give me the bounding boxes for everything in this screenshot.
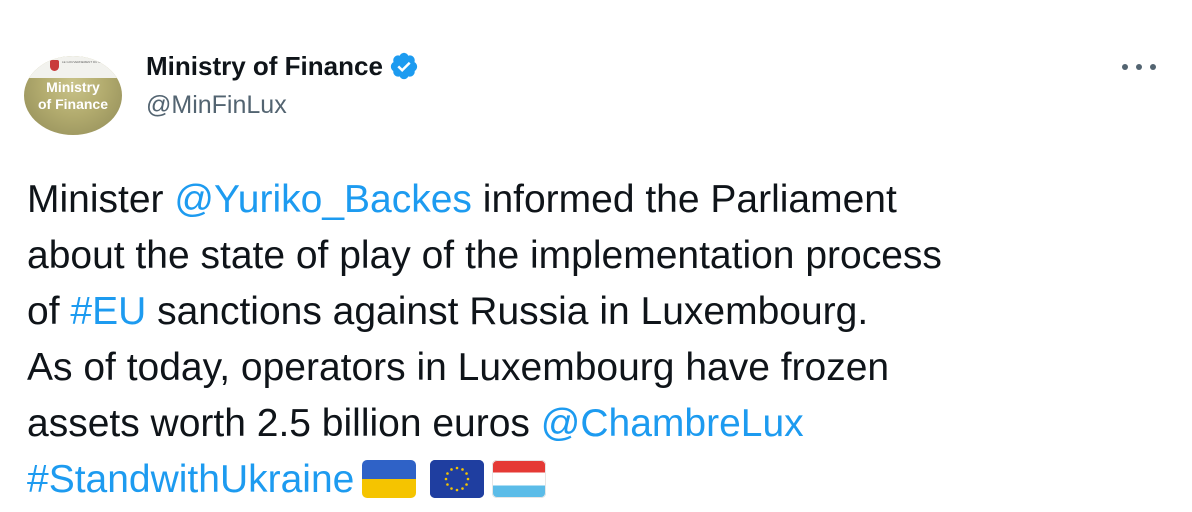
tweet-text-segment: of: [27, 290, 71, 333]
tweet-card: LE GOUVERNEMENT DU GRAND-DUCHÉ DE LUXEMB…: [0, 0, 1192, 512]
more-horizontal-icon-dot: [1122, 64, 1128, 70]
eu-star: [456, 466, 459, 470]
avatar-label-line2: of Finance: [37, 96, 108, 112]
more-options-button[interactable]: [1122, 58, 1156, 76]
tweet-line: of #EU sanctions against Russia in Luxem…: [27, 284, 1177, 340]
avatar-government-text: LE GOUVERNEMENT DU GRAND-DUCHÉ DE LUXEMB…: [62, 60, 114, 64]
mention-link[interactable]: @Yuriko_Backes: [174, 178, 472, 221]
tweet-line: about the state of play of the implement…: [27, 228, 1177, 284]
avatar-label: Ministry of Finance: [24, 79, 122, 113]
author-name-row: Ministry of Finance: [146, 50, 419, 82]
flag-luxembourg-icon: [492, 460, 547, 498]
eu-star: [461, 468, 465, 471]
eu-star: [445, 477, 448, 481]
tweet-text-segment: about the state of play of the implement…: [27, 234, 942, 277]
tweet-body: Minister @Yuriko_Backes informed the Par…: [27, 172, 1177, 508]
more-horizontal-icon-dot: [1136, 64, 1142, 70]
tweet-line: As of today, operators in Luxembourg hav…: [27, 340, 1177, 396]
eu-star: [446, 483, 450, 486]
tweet-line: Minister @Yuriko_Backes informed the Par…: [27, 172, 1177, 228]
flag-eu-icon: [430, 460, 485, 498]
tweet-text-segment: sanctions against Russia in Luxembourg.: [146, 290, 869, 333]
eu-star: [456, 488, 459, 492]
eu-star: [465, 483, 469, 486]
mention-link[interactable]: @ChambreLux: [541, 402, 804, 445]
tweet-text-segment: Minister: [27, 178, 175, 221]
tweet-text-segment: assets worth 2.5 billion euros: [27, 402, 541, 445]
tweet-line: assets worth 2.5 billion euros @ChambreL…: [27, 396, 1177, 452]
eu-star: [450, 468, 454, 471]
flag-ukraine-icon: [362, 460, 417, 498]
tweet-line: #StandwithUkraine: [27, 452, 1177, 508]
coat-of-arms-icon: [50, 60, 59, 71]
tweet-text-segment: informed the Parliament: [471, 178, 897, 221]
author-handle[interactable]: @MinFinLux: [146, 91, 287, 120]
verified-badge-icon: [390, 52, 418, 80]
author-avatar[interactable]: LE GOUVERNEMENT DU GRAND-DUCHÉ DE LUXEMB…: [24, 56, 122, 135]
eu-star: [461, 487, 465, 490]
tweet-text-segment: As of today, operators in Luxembourg hav…: [27, 346, 890, 389]
author-name[interactable]: Ministry of Finance: [146, 51, 383, 82]
avatar-label-line1: Ministry: [46, 79, 100, 95]
more-horizontal-icon-dot: [1150, 64, 1156, 70]
eu-star: [446, 472, 450, 475]
hashtag-link[interactable]: #EU: [70, 290, 146, 333]
eu-star: [465, 472, 469, 475]
eu-star: [467, 477, 470, 481]
hashtag-link[interactable]: #StandwithUkraine: [27, 458, 354, 501]
eu-star: [450, 487, 454, 490]
